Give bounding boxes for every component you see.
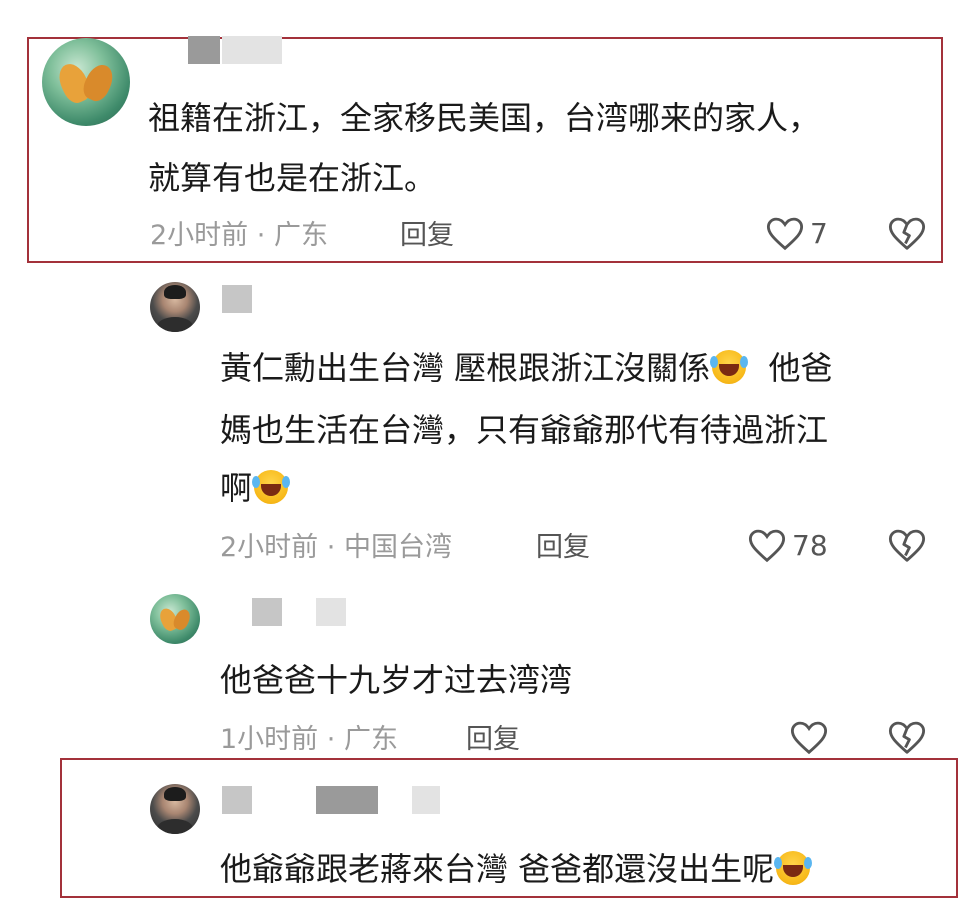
reply-button[interactable]: 回复 (400, 218, 454, 254)
reply-button[interactable]: 回复 (466, 722, 520, 758)
dislike-button[interactable] (888, 216, 926, 252)
laughing-emoji-icon (774, 851, 811, 885)
laughing-emoji-icon (710, 350, 747, 384)
meta-separator: · (256, 220, 266, 251)
comment-text: 祖籍在浙江，全家移民美国，台湾哪来的家人， (148, 99, 821, 137)
comment-time: 2小时前 (150, 220, 249, 251)
laughing-emoji-icon (252, 470, 289, 504)
comment-text-segment: 啊 (220, 469, 253, 507)
comment-text-segment: 他爸 (768, 349, 833, 387)
username-redacted (316, 598, 346, 626)
like-count: 78 (792, 529, 828, 562)
reply-button[interactable]: 回复 (536, 530, 590, 566)
comment-text: 就算有也是在浙江。 (148, 159, 437, 197)
avatar[interactable] (150, 594, 200, 644)
comment-text: 媽也生活在台灣，只有爺爺那代有待過浙江 (220, 411, 829, 449)
username-redacted (222, 786, 252, 814)
username-redacted (316, 786, 378, 814)
avatar[interactable] (150, 784, 200, 834)
like-count: 7 (810, 217, 828, 250)
avatar[interactable] (150, 282, 200, 332)
username-redacted (412, 786, 440, 814)
dislike-button[interactable] (888, 720, 926, 756)
dislike-icon (888, 720, 926, 756)
avatar[interactable] (42, 38, 130, 126)
comment-text: 他爺爺跟老蔣來台灣 爸爸都還沒出生呢 (220, 843, 812, 895)
comment-location: 中国台湾 (343, 532, 452, 563)
dislike-icon (888, 528, 926, 564)
comment-text-segment: 黃仁勳出生台灣 壓根跟浙江沒關係 (220, 349, 711, 387)
comment-time: 1小时前 (220, 724, 319, 755)
comment-location: 广东 (273, 220, 328, 251)
comment-location: 广东 (343, 724, 398, 755)
heart-icon (790, 720, 828, 756)
like-button[interactable]: 78 (748, 528, 828, 564)
comment-time: 2小时前 (220, 532, 319, 563)
like-button[interactable] (790, 720, 828, 756)
dislike-icon (888, 216, 926, 252)
comment-meta: 2小时前 · 中国台湾 (220, 530, 452, 566)
username-redacted (188, 36, 220, 64)
meta-separator: · (326, 724, 336, 755)
meta-separator: · (326, 532, 336, 563)
like-button[interactable]: 7 (766, 216, 828, 252)
username-redacted (222, 36, 282, 64)
heart-icon (748, 528, 786, 564)
dislike-button[interactable] (888, 528, 926, 564)
comment-text: 他爸爸十九岁才过去湾湾 (220, 661, 573, 699)
heart-icon (766, 216, 804, 252)
comment-meta: 1小时前 · 广东 (220, 722, 398, 758)
comment-text: 黃仁勳出生台灣 壓根跟浙江沒關係 他爸 (220, 342, 833, 394)
comment-meta: 2小时前 · 广东 (150, 218, 328, 254)
comment-text-segment: 他爺爺跟老蔣來台灣 爸爸都還沒出生呢 (220, 850, 775, 888)
username-redacted (252, 598, 282, 626)
comment-text: 啊 (220, 462, 290, 514)
username-redacted (222, 285, 252, 313)
